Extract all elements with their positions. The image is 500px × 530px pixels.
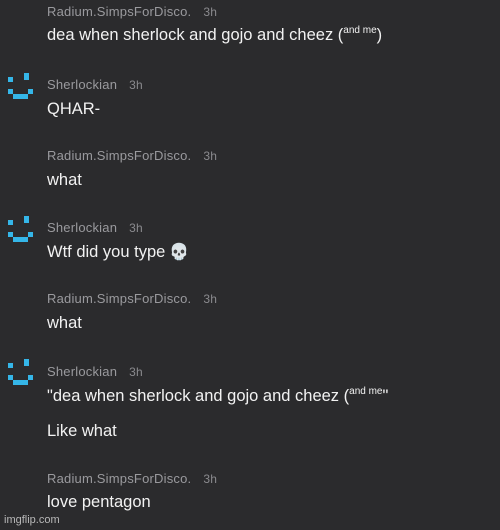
message-meta: Radium.SimpsForDisco. 3h <box>47 471 217 486</box>
skull-emoji-icon: 💀 <box>169 244 190 261</box>
superscript-text: and me <box>349 386 383 397</box>
timestamp: 3h <box>129 365 143 379</box>
pixel-face-avatar-icon[interactable] <box>5 72 35 102</box>
timestamp: 3h <box>129 221 143 235</box>
message-text: love pentagon <box>47 493 151 511</box>
author-name[interactable]: Radium.SimpsForDisco. <box>47 148 191 163</box>
message-meta: Radium.SimpsForDisco. 3h <box>47 291 217 306</box>
superscript-text: and me <box>343 25 377 36</box>
message-text-main: "dea when sherlock and gojo and cheez ( <box>47 387 350 405</box>
message-text-after: " <box>382 387 389 405</box>
watermark: imgflip.com <box>4 514 60 526</box>
message-meta: Sherlockian 3h <box>47 220 143 235</box>
author-name[interactable]: Sherlockian <box>47 364 117 379</box>
timestamp: 3h <box>203 149 218 163</box>
message-text: Wtf did you type 💀 <box>47 242 189 262</box>
author-name[interactable]: Radium.SimpsForDisco. <box>47 4 191 19</box>
author-name[interactable]: Sherlockian <box>47 77 117 92</box>
message-text-line2: Like what <box>47 422 117 440</box>
message-text: what <box>47 171 82 189</box>
author-name[interactable]: Radium.SimpsForDisco. <box>47 471 191 486</box>
message-text-main: dea when sherlock and gojo and cheez ( <box>47 26 344 44</box>
message-text: QHAR- <box>47 100 101 118</box>
message-text: "dea when sherlock and gojo and cheez (a… <box>47 386 388 406</box>
author-name[interactable]: Radium.SimpsForDisco. <box>47 291 191 306</box>
message-meta: Radium.SimpsForDisco. 3h <box>47 4 217 19</box>
timestamp: 3h <box>129 78 143 92</box>
message-text: what <box>47 314 82 332</box>
message-text-main: Wtf did you type <box>47 243 166 261</box>
message-meta: Sherlockian 3h <box>47 77 143 92</box>
message-meta: Radium.SimpsForDisco. 3h <box>47 148 217 163</box>
message-text-after: ) <box>376 26 383 44</box>
timestamp: 3h <box>203 472 218 486</box>
message-meta: Sherlockian 3h <box>47 364 143 379</box>
pixel-face-avatar-icon[interactable] <box>5 358 35 388</box>
author-name[interactable]: Sherlockian <box>47 220 117 235</box>
message-text: dea when sherlock and gojo and cheez (an… <box>47 25 382 45</box>
timestamp: 3h <box>203 5 218 19</box>
pixel-face-avatar-icon[interactable] <box>5 215 35 245</box>
timestamp: 3h <box>203 292 218 306</box>
